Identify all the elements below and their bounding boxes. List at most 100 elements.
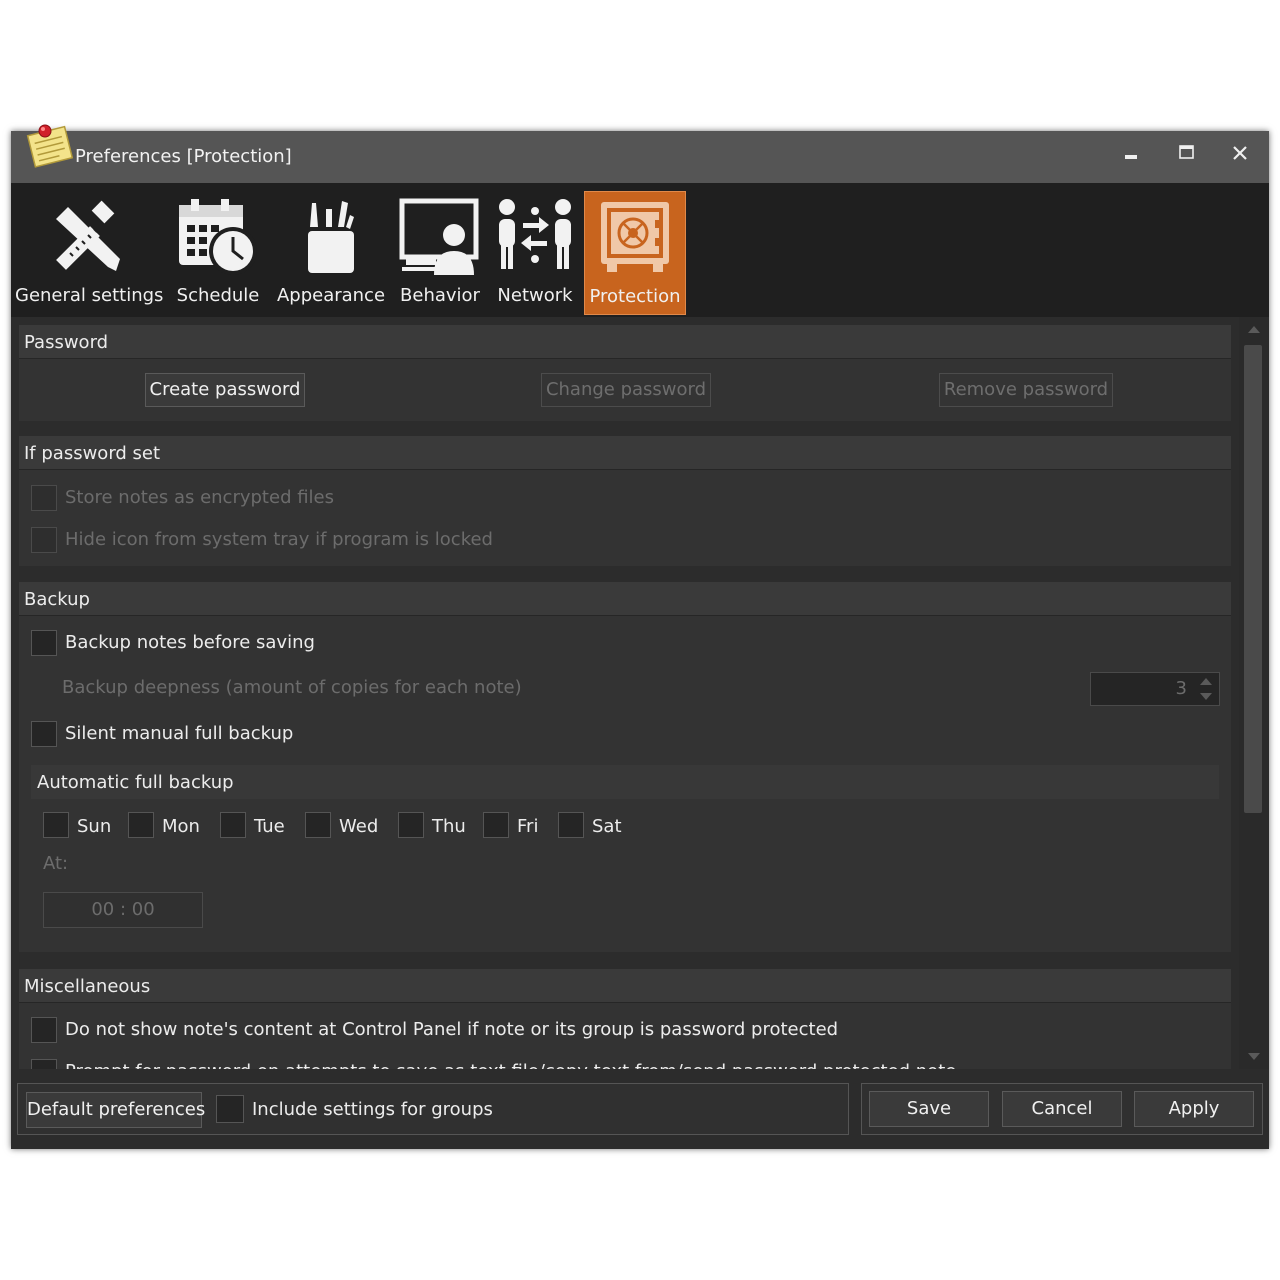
brushes-icon bbox=[308, 201, 354, 273]
day-label: Tue bbox=[254, 816, 285, 837]
monitor-user-icon bbox=[399, 198, 479, 275]
checkbox-box[interactable] bbox=[216, 1095, 244, 1123]
day-label: Mon bbox=[162, 816, 200, 837]
prompt-password-checkbox[interactable]: Prompt for password on attempts to save … bbox=[31, 1059, 1131, 1069]
protection-panel: Password Create password Change password… bbox=[11, 317, 1269, 1069]
checkbox-box[interactable] bbox=[31, 721, 57, 747]
dont-show-content-checkbox[interactable]: Do not show note's content at Control Pa… bbox=[31, 1017, 1131, 1045]
minimize-icon bbox=[1125, 155, 1137, 159]
backup-deepness-spinner[interactable]: 3 bbox=[1090, 672, 1220, 706]
day-wed-checkbox[interactable]: Wed bbox=[305, 812, 391, 840]
checkbox-label: Store notes as encrypted files bbox=[65, 487, 335, 508]
silent-manual-backup-checkbox[interactable]: Silent manual full backup bbox=[31, 721, 531, 749]
tab-label: Behavior bbox=[400, 285, 480, 306]
misc-header: Miscellaneous bbox=[24, 976, 151, 997]
checkbox-box[interactable] bbox=[31, 1017, 57, 1043]
checkbox-box[interactable] bbox=[31, 485, 57, 511]
day-label: Wed bbox=[339, 816, 379, 837]
checkbox-label: Do not show note's content at Control Pa… bbox=[65, 1019, 839, 1040]
footer-left-panel: Default preferences Include settings for… bbox=[17, 1083, 849, 1135]
tab-general-settings[interactable]: General settings bbox=[15, 191, 164, 315]
backup-time-input[interactable]: 00 : 00 bbox=[43, 892, 203, 928]
group-header: If password set bbox=[19, 436, 1231, 470]
if-password-set-group: If password set Store notes as encrypted… bbox=[19, 436, 1231, 566]
at-label: At: bbox=[43, 853, 69, 874]
tab-protection[interactable]: Protection bbox=[584, 191, 686, 315]
backup-before-saving-checkbox[interactable]: Backup notes before saving bbox=[31, 630, 531, 658]
sticky-note-icon bbox=[26, 124, 74, 168]
checkbox-box[interactable] bbox=[220, 812, 246, 838]
spinner-arrows-icon[interactable] bbox=[1193, 673, 1219, 705]
checkbox-box[interactable] bbox=[398, 812, 424, 838]
automatic-backup-title: Automatic full backup bbox=[37, 772, 234, 793]
day-sun-checkbox[interactable]: Sun bbox=[43, 812, 123, 840]
spinner-value: 3 bbox=[1175, 678, 1187, 699]
apply-button[interactable]: Apply bbox=[1134, 1091, 1254, 1127]
checkbox-box[interactable] bbox=[31, 1059, 57, 1069]
day-label: Sat bbox=[592, 816, 622, 837]
day-fri-checkbox[interactable]: Fri bbox=[483, 812, 553, 840]
group-header: Backup bbox=[19, 582, 1231, 616]
footer-right-panel: Save Cancel Apply bbox=[861, 1083, 1263, 1135]
day-sat-checkbox[interactable]: Sat bbox=[558, 812, 638, 840]
group-header: Password bbox=[19, 325, 1231, 359]
scroll-up-icon[interactable] bbox=[1239, 319, 1269, 341]
save-button[interactable]: Save bbox=[869, 1091, 989, 1127]
maximize-button[interactable] bbox=[1166, 139, 1206, 173]
if-password-header: If password set bbox=[24, 443, 161, 464]
tools-icon bbox=[56, 200, 120, 271]
default-preferences-button[interactable]: Default preferences bbox=[26, 1092, 205, 1128]
checkbox-box[interactable] bbox=[483, 812, 509, 838]
minimize-button[interactable] bbox=[1111, 139, 1151, 173]
tab-network[interactable]: Network bbox=[493, 191, 577, 315]
create-password-button[interactable]: Create password bbox=[145, 373, 305, 407]
checkbox-box[interactable] bbox=[43, 812, 69, 838]
store-encrypted-checkbox[interactable]: Store notes as encrypted files bbox=[31, 485, 631, 513]
checkbox-box[interactable] bbox=[305, 812, 331, 838]
backup-deepness-label: Backup deepness (amount of copies for ea… bbox=[62, 677, 522, 698]
miscellaneous-group: Miscellaneous Do not show note's content… bbox=[19, 969, 1231, 1069]
day-label: Thu bbox=[432, 816, 466, 837]
day-mon-checkbox[interactable]: Mon bbox=[128, 812, 214, 840]
backup-header: Backup bbox=[24, 589, 90, 610]
scrollbar-thumb[interactable] bbox=[1244, 345, 1262, 813]
tab-label: Appearance bbox=[276, 285, 386, 306]
hide-tray-icon-checkbox[interactable]: Hide icon from system tray if program is… bbox=[31, 527, 631, 555]
tab-label: General settings bbox=[15, 285, 164, 306]
settings-scroll-area[interactable]: Password Create password Change password… bbox=[19, 325, 1231, 1069]
checkbox-label: Silent manual full backup bbox=[65, 723, 294, 744]
tab-label: Protection bbox=[589, 286, 681, 307]
change-password-button[interactable]: Change password bbox=[541, 373, 711, 407]
day-label: Fri bbox=[517, 816, 539, 837]
day-thu-checkbox[interactable]: Thu bbox=[398, 812, 478, 840]
automatic-backup-header: Automatic full backup bbox=[31, 765, 1219, 799]
checkbox-box[interactable] bbox=[558, 812, 584, 838]
category-toolbar: General settings Schedule Appearance Beh… bbox=[11, 183, 1269, 317]
day-label: Sun bbox=[77, 816, 112, 837]
network-people-icon bbox=[499, 199, 571, 269]
tab-behavior[interactable]: Behavior bbox=[395, 191, 485, 315]
close-icon bbox=[1233, 146, 1247, 160]
cancel-button[interactable]: Cancel bbox=[1002, 1091, 1122, 1127]
remove-password-button[interactable]: Remove password bbox=[939, 373, 1113, 407]
day-tue-checkbox[interactable]: Tue bbox=[220, 812, 300, 840]
backup-group: Backup Backup notes before saving Backup… bbox=[19, 582, 1231, 952]
calendar-clock-icon bbox=[179, 199, 257, 275]
close-button[interactable] bbox=[1220, 139, 1260, 173]
vertical-scrollbar[interactable] bbox=[1239, 317, 1269, 1069]
checkbox-box[interactable] bbox=[128, 812, 154, 838]
checkbox-box[interactable] bbox=[31, 630, 57, 656]
password-header: Password bbox=[24, 332, 109, 353]
include-groups-checkbox[interactable]: Include settings for groups bbox=[216, 1095, 516, 1123]
title-bar[interactable]: Preferences [Protection] bbox=[11, 124, 1269, 183]
checkbox-box[interactable] bbox=[31, 527, 57, 553]
tab-label: Schedule bbox=[176, 285, 260, 306]
checkbox-label: Hide icon from system tray if program is… bbox=[65, 529, 493, 550]
scroll-down-icon[interactable] bbox=[1239, 1045, 1269, 1067]
dialog-footer: Default preferences Include settings for… bbox=[11, 1069, 1269, 1149]
tab-schedule[interactable]: Schedule bbox=[169, 191, 267, 315]
preferences-window: Preferences [Protection] General setting… bbox=[11, 124, 1269, 1149]
maximize-icon bbox=[1179, 145, 1194, 159]
checkbox-label: Prompt for password on attempts to save … bbox=[65, 1061, 956, 1069]
tab-appearance[interactable]: Appearance bbox=[275, 191, 387, 315]
